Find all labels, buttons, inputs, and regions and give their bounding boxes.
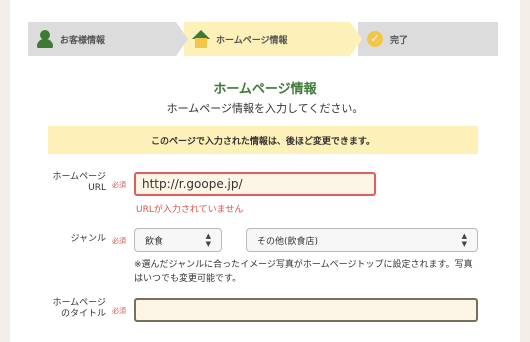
sub-genre-select[interactable]: その他(飲食店) ▲ ▼ — [246, 228, 478, 252]
genre-select[interactable]: 飲食 ▲ ▼ — [134, 228, 222, 252]
page-subtitle: ホームページ情報を入力してください。 — [166, 102, 364, 115]
site-title-label-line1: ホームページ — [52, 298, 106, 308]
required-badge: 必須 — [112, 307, 126, 315]
site-title-input[interactable] — [134, 298, 478, 322]
page-title: ホームページ情報 — [213, 82, 317, 97]
required-badge: 必須 — [112, 181, 126, 189]
step-label: ホームページ情報 — [216, 35, 288, 46]
url-error-message: URLが入力されていません — [136, 205, 244, 215]
step-customer-info: お客様情報 — [28, 22, 188, 56]
select-arrows-icon: ▲ ▼ — [461, 232, 467, 248]
genre-label: ジャンル — [70, 234, 106, 244]
step-complete: ✓ 完了 — [358, 22, 498, 56]
sub-genre-selected-value: その他(飲食店) — [257, 236, 319, 247]
genre-selected-value: 飲食 — [145, 236, 164, 247]
house-icon — [192, 29, 210, 49]
url-label: ホームページ URL — [44, 172, 106, 194]
url-label-line1: ホームページ — [52, 172, 106, 182]
person-icon — [36, 29, 54, 49]
site-title-label: ホームページ のタイトル — [44, 298, 106, 320]
genre-note: ※選んだジャンルに合ったイメージ写真がホームページトップに設定されます。写真はい… — [134, 260, 473, 284]
step-label: お客様情報 — [60, 35, 106, 46]
url-input[interactable]: http://r.goope.jp/ — [134, 172, 376, 196]
select-arrows-icon: ▲ ▼ — [205, 232, 211, 248]
progress-steps: お客様情報 ホームページ情報 ✓ 完了 — [28, 22, 498, 56]
check-icon: ✓ — [366, 29, 384, 49]
info-notice: このページで入力された情報は、後ほど変更できます。 — [48, 126, 478, 154]
step-homepage-info: ホームページ情報 — [184, 22, 362, 56]
step-label: 完了 — [390, 35, 409, 46]
site-title-label-line2: のタイトル — [60, 309, 106, 319]
url-label-line2: URL — [88, 183, 106, 193]
required-badge: 必須 — [112, 237, 126, 245]
